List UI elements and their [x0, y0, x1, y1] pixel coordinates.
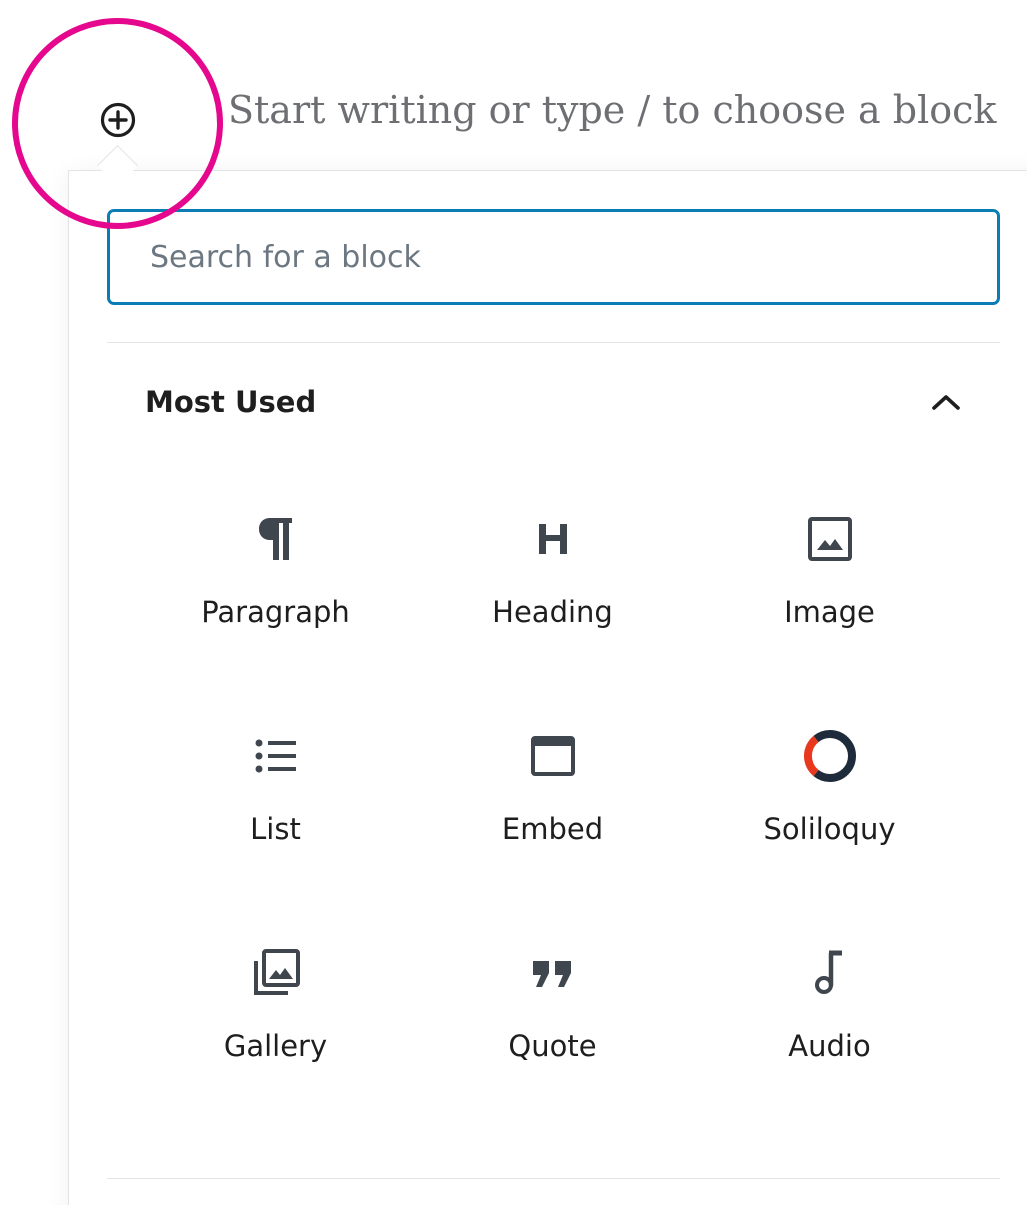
paragraph-icon — [246, 509, 306, 569]
quote-icon — [523, 943, 583, 1003]
block-label: Soliloquy — [763, 812, 896, 846]
list-icon — [246, 726, 306, 786]
add-block-button[interactable] — [96, 98, 140, 142]
gallery-icon — [246, 943, 306, 1003]
block-item-quote[interactable]: Quote — [414, 915, 691, 1132]
block-item-audio[interactable]: Audio — [691, 915, 968, 1132]
block-label: Image — [784, 595, 875, 629]
audio-icon — [800, 943, 860, 1003]
block-item-image[interactable]: Image — [691, 481, 968, 698]
block-label: Paragraph — [201, 595, 350, 629]
editor-placeholder[interactable]: Start writing or type / to choose a bloc… — [228, 84, 996, 136]
divider-top — [107, 342, 1000, 343]
search-field[interactable] — [107, 209, 1000, 305]
image-icon — [800, 509, 860, 569]
block-label: Audio — [788, 1029, 871, 1063]
section-title: Most Used — [145, 385, 317, 419]
block-inserter-panel: Most Used Paragraph Heading — [68, 170, 1027, 1205]
divider-bottom — [107, 1178, 1000, 1179]
section-toggle-button[interactable] — [924, 380, 968, 424]
block-label: Embed — [501, 812, 604, 846]
plus-circle-icon — [100, 102, 136, 138]
blocks-grid: Paragraph Heading Image List Embed Solil… — [137, 481, 967, 1132]
block-item-soliloquy[interactable]: Soliloquy — [691, 698, 968, 915]
block-label: Gallery — [223, 1029, 328, 1063]
chevron-up-icon — [932, 395, 960, 410]
block-item-embed[interactable]: Embed — [414, 698, 691, 915]
block-item-heading[interactable]: Heading — [414, 481, 691, 698]
block-label: Heading — [492, 595, 613, 629]
block-item-gallery[interactable]: Gallery — [137, 915, 414, 1132]
search-input[interactable] — [110, 212, 997, 302]
soliloquy-icon — [800, 726, 860, 786]
block-item-paragraph[interactable]: Paragraph — [137, 481, 414, 698]
block-item-list[interactable]: List — [137, 698, 414, 915]
heading-icon — [523, 509, 583, 569]
embed-icon — [523, 726, 583, 786]
block-label: Quote — [508, 1029, 597, 1063]
most-used-section-header[interactable]: Most Used — [107, 367, 1000, 437]
block-label: List — [250, 812, 301, 846]
